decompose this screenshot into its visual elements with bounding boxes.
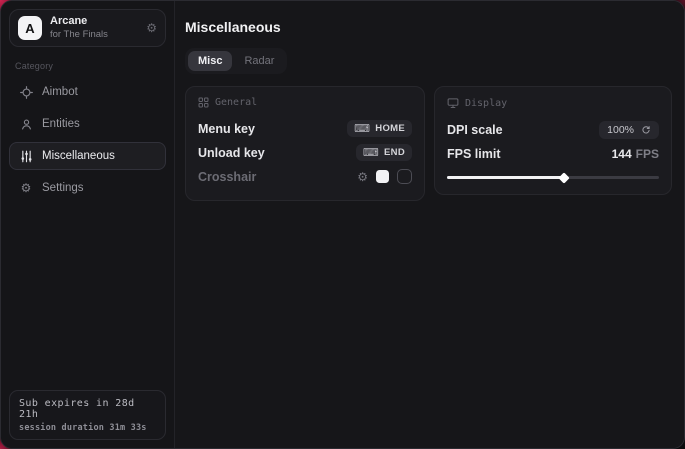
dpi-scale-row: DPI scale 100% [447,118,659,141]
display-panel-header: Display [447,97,659,109]
app-window: A Arcane for The Finals ⚙ Category Aimbo… [0,0,685,449]
menu-key-button[interactable]: ⌨ HOME [347,120,412,137]
menu-key-row: Menu key ⌨ HOME [198,117,412,140]
fps-limit-slider[interactable] [447,172,659,182]
sidebar: A Arcane for The Finals ⚙ Category Aimbo… [1,1,175,448]
general-panel-title: General [215,97,257,108]
crosshair-row: Crosshair ⚙ [198,165,412,188]
sliders-icon [19,149,33,163]
app-title-block: Arcane for The Finals [50,15,138,41]
app-logo-card: A Arcane for The Finals ⚙ [9,9,166,47]
monitor-icon [447,97,459,109]
app-logo: A [18,16,42,40]
menu-key-label: Menu key [198,122,255,136]
dpi-scale-selector[interactable]: 100% [599,121,659,139]
crosshair-color-swatch[interactable] [376,170,389,183]
sidebar-item-aimbot[interactable]: Aimbot [9,78,166,106]
general-panel: General Menu key ⌨ HOME Unload key ⌨ END [185,86,425,201]
page-title: Miscellaneous [185,19,672,35]
display-panel-title: Display [465,98,507,109]
tab-misc[interactable]: Misc [188,51,232,71]
unload-key-label: Unload key [198,146,265,160]
sidebar-item-label: Miscellaneous [42,150,115,162]
crosshair-label: Crosshair [198,170,256,184]
unload-key-button[interactable]: ⌨ END [356,144,412,161]
dpi-scale-value: 100% [607,124,634,136]
tab-radar[interactable]: Radar [234,51,284,71]
sidebar-item-label: Entities [42,118,80,130]
keyboard-icon: ⌨ [363,146,379,159]
fps-limit-row: FPS limit 144FPS [447,142,659,165]
session-duration-text: session duration 31m 33s [19,423,156,433]
sub-expiry-text: Sub expires in 28d 21h [19,398,156,420]
slider-handle[interactable] [558,172,569,183]
tab-bar: Misc Radar [185,48,287,74]
grid-icon [198,97,209,108]
crosshair-toggle-checkbox[interactable] [397,169,412,184]
main-content: Miscellaneous Misc Radar General Menu ke… [175,1,685,448]
display-panel: Display DPI scale 100% FPS limit 144FPS [434,86,672,195]
crosshair-icon [19,85,33,99]
panel-row: General Menu key ⌨ HOME Unload key ⌨ END [185,86,672,201]
unload-key-value: END [384,147,405,158]
sidebar-item-entities[interactable]: Entities [9,110,166,138]
unload-key-row: Unload key ⌨ END [198,141,412,164]
cycle-icon [641,125,651,135]
entities-icon [19,117,33,131]
sidebar-item-label: Aimbot [42,86,78,98]
sidebar-nav: Aimbot Entities Miscellaneous [9,78,166,202]
dpi-scale-label: DPI scale [447,123,503,137]
crosshair-controls: ⚙ [357,169,412,184]
gear-icon: ⚙ [19,181,33,195]
app-subtitle: for The Finals [50,29,138,41]
crosshair-settings-icon[interactable]: ⚙ [357,170,368,184]
sidebar-item-label: Settings [42,182,84,194]
category-label: Category [15,61,160,71]
subscription-status-card: Sub expires in 28d 21h session duration … [9,390,166,440]
fps-limit-label: FPS limit [447,147,500,161]
menu-key-value: HOME [375,123,405,134]
general-panel-header: General [198,97,412,108]
fps-limit-value: 144FPS [612,147,659,161]
slider-fill [447,176,564,179]
account-gear-icon[interactable]: ⚙ [146,21,157,35]
sidebar-item-settings[interactable]: ⚙ Settings [9,174,166,202]
sidebar-item-miscellaneous[interactable]: Miscellaneous [9,142,166,170]
keyboard-icon: ⌨ [354,122,370,135]
app-name: Arcane [50,15,138,29]
